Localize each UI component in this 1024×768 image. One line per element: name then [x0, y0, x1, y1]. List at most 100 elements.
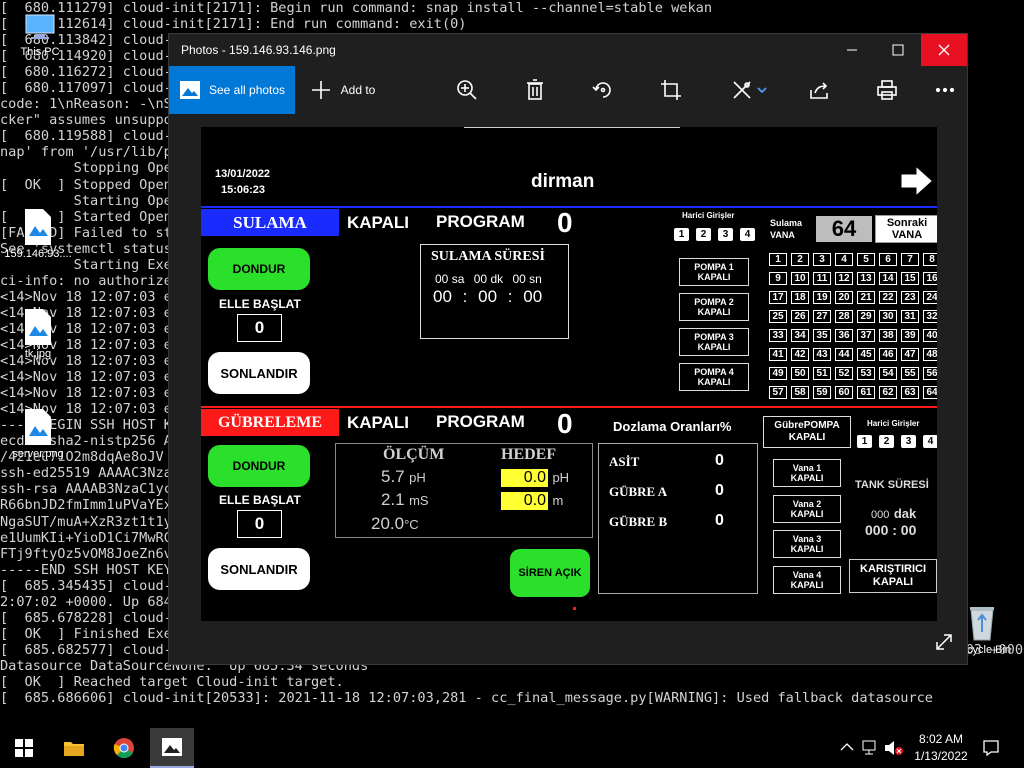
- vana-2-status[interactable]: Vana 2 KAPALI: [773, 495, 841, 523]
- vana-cell[interactable]: 17: [769, 291, 787, 304]
- karistirici-status[interactable]: KARIŞTIRICI KAPALI: [849, 559, 937, 593]
- harici-input-2[interactable]: 2: [696, 228, 711, 241]
- gubre-harici-input-2[interactable]: 2: [879, 435, 894, 448]
- sulama-sonlandir-button[interactable]: SONLANDIR: [208, 352, 310, 394]
- sonraki-vana-button[interactable]: Sonraki VANA: [875, 215, 937, 243]
- vana-cell[interactable]: 5: [857, 253, 875, 266]
- maximize-button[interactable]: [875, 34, 921, 66]
- vana-cell[interactable]: 25: [769, 310, 787, 323]
- vana-cell[interactable]: 55: [901, 367, 919, 380]
- share-button[interactable]: [801, 66, 837, 114]
- vana-cell[interactable]: 32: [923, 310, 937, 323]
- harici-input-3[interactable]: 3: [718, 228, 733, 241]
- vana-cell[interactable]: 28: [835, 310, 853, 323]
- vana-cell[interactable]: 61: [857, 386, 875, 399]
- vana-cell[interactable]: 57: [769, 386, 787, 399]
- hedef-m[interactable]: 0.0 m: [501, 492, 563, 510]
- vana-cell[interactable]: 59: [813, 386, 831, 399]
- vana-cell[interactable]: 34: [791, 329, 809, 342]
- vana-cell[interactable]: 29: [857, 310, 875, 323]
- minimize-button[interactable]: [829, 34, 875, 66]
- vana-cell[interactable]: 40: [923, 329, 937, 342]
- vana-cell[interactable]: 45: [857, 348, 875, 361]
- vana-cell[interactable]: 47: [901, 348, 919, 361]
- pompa-3-status[interactable]: POMPA 3 KAPALI: [679, 328, 749, 356]
- vana-cell[interactable]: 58: [791, 386, 809, 399]
- siren-button[interactable]: SİREN AÇIK: [510, 549, 590, 597]
- chrome-button[interactable]: [104, 728, 144, 768]
- vana-cell[interactable]: 46: [879, 348, 897, 361]
- vana-cell[interactable]: 63: [901, 386, 919, 399]
- pompa-4-status[interactable]: POMPA 4 KAPALI: [679, 363, 749, 391]
- vana-cell[interactable]: 2: [791, 253, 809, 266]
- vana-cell[interactable]: 8: [923, 253, 937, 266]
- vana-cell[interactable]: 48: [923, 348, 937, 361]
- vana-cell[interactable]: 19: [813, 291, 831, 304]
- crop-button[interactable]: [653, 66, 689, 114]
- vana-cell[interactable]: 10: [791, 272, 809, 285]
- vana-cell[interactable]: 56: [923, 367, 937, 380]
- gubre-elle-baslat-input[interactable]: 0: [237, 510, 282, 538]
- see-all-photos-button[interactable]: See all photos: [169, 66, 295, 114]
- vana-4-status[interactable]: Vana 4 KAPALI: [773, 566, 841, 594]
- chevron-up-icon[interactable]: [840, 742, 854, 752]
- vana-cell[interactable]: 18: [791, 291, 809, 304]
- clock[interactable]: 8:02 AM 1/13/2022: [910, 731, 972, 765]
- gubre-harici-input-3[interactable]: 3: [901, 435, 916, 448]
- vana-cell[interactable]: 27: [813, 310, 831, 323]
- file-explorer-button[interactable]: [54, 728, 94, 768]
- hedef-m-value[interactable]: 0.0: [501, 492, 548, 510]
- vana-cell[interactable]: 36: [835, 329, 853, 342]
- vana-cell[interactable]: 51: [813, 367, 831, 380]
- vana-cell[interactable]: 21: [857, 291, 875, 304]
- vana-cell[interactable]: 39: [901, 329, 919, 342]
- vana-cell[interactable]: 50: [791, 367, 809, 380]
- vana-cell[interactable]: 22: [879, 291, 897, 304]
- gubre-harici-input-1[interactable]: 1: [857, 435, 872, 448]
- vana-cell[interactable]: 26: [791, 310, 809, 323]
- vana-cell[interactable]: 4: [835, 253, 853, 266]
- desktop-icon-file2[interactable]: tk.jpg: [0, 308, 76, 360]
- network-icon[interactable]: [862, 740, 880, 756]
- vana-cell[interactable]: 24: [923, 291, 937, 304]
- volume-muted-icon[interactable]: [884, 740, 904, 756]
- vana-cell[interactable]: 62: [879, 386, 897, 399]
- vana-cell[interactable]: 64: [923, 386, 937, 399]
- more-options-button[interactable]: [925, 66, 965, 114]
- vana-cell[interactable]: 43: [813, 348, 831, 361]
- vana-cell[interactable]: 23: [901, 291, 919, 304]
- vana-cell[interactable]: 16: [923, 272, 937, 285]
- vana-cell[interactable]: 38: [879, 329, 897, 342]
- pompa-2-status[interactable]: POMPA 2 KAPALI: [679, 293, 749, 321]
- gubre-pompa-status[interactable]: GübrePOMPA KAPALI: [763, 416, 851, 448]
- vana-cell[interactable]: 12: [835, 272, 853, 285]
- vana-cell[interactable]: 41: [769, 348, 787, 361]
- vana-cell[interactable]: 3: [813, 253, 831, 266]
- harici-input-4[interactable]: 4: [740, 228, 755, 241]
- vana-cell[interactable]: 7: [901, 253, 919, 266]
- gubre-sonlandir-button[interactable]: SONLANDIR: [208, 548, 310, 590]
- add-to-button[interactable]: Add to: [303, 66, 383, 114]
- desktop-icon-file1[interactable]: 159.146.93....: [0, 208, 76, 260]
- vana-cell[interactable]: 9: [769, 272, 787, 285]
- vana-cell[interactable]: 33: [769, 329, 787, 342]
- rotate-button[interactable]: [585, 66, 621, 114]
- next-page-arrow-icon[interactable]: [897, 161, 937, 201]
- vana-cell[interactable]: 13: [857, 272, 875, 285]
- photos-taskbar-button[interactable]: [150, 728, 194, 768]
- vana-cell[interactable]: 37: [857, 329, 875, 342]
- harici-input-1[interactable]: 1: [674, 228, 689, 241]
- hedef-ph-value[interactable]: 0.0: [501, 469, 548, 487]
- gubre-harici-input-4[interactable]: 4: [923, 435, 937, 448]
- vana-cell[interactable]: 53: [857, 367, 875, 380]
- desktop-icon-file3[interactable]: server.png: [0, 408, 76, 460]
- vana-cell[interactable]: 35: [813, 329, 831, 342]
- zoom-button[interactable]: [449, 66, 485, 114]
- vana-cell[interactable]: 6: [879, 253, 897, 266]
- vana-cell[interactable]: 14: [879, 272, 897, 285]
- vana-cell[interactable]: 44: [835, 348, 853, 361]
- notification-icon[interactable]: [982, 739, 1000, 757]
- vana-cell[interactable]: 52: [835, 367, 853, 380]
- delete-button[interactable]: [517, 66, 553, 114]
- vana-cell[interactable]: 54: [879, 367, 897, 380]
